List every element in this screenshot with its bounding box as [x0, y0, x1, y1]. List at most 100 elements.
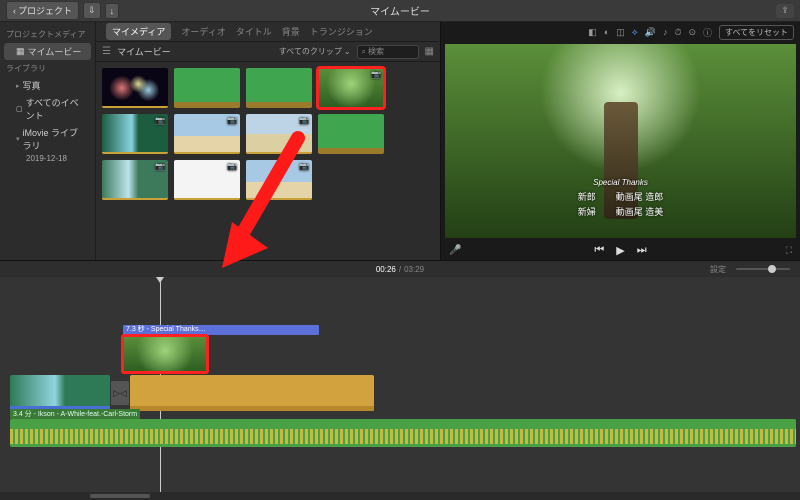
media-thumbnails: 📷 📷 📷 📷 📷 📷 📷 — [96, 62, 440, 206]
play-button[interactable]: ▶ — [616, 244, 624, 257]
chevron-left-icon: ‹ — [13, 6, 16, 16]
noise-icon[interactable]: ♪ — [663, 27, 668, 37]
media-thumb[interactable] — [174, 68, 240, 108]
back-projects-button[interactable]: ‹ プロジェクト — [6, 1, 79, 20]
transport-controls: 🎤 ⏮ ▶ ⏭ ⛶ — [441, 240, 800, 260]
media-thumb[interactable] — [246, 68, 312, 108]
sidebar-item-library[interactable]: ▾ iMovie ライブラリ — [4, 124, 91, 154]
sidebar-item-date[interactable]: 2019-12-18 — [4, 154, 91, 163]
volume-icon[interactable]: 🔊 — [645, 27, 656, 38]
tab-my-media[interactable]: マイメディア — [106, 23, 171, 40]
overlay-clip-bar[interactable]: 7.3 秒 - Special Thanks… — [123, 325, 319, 335]
mic-icon[interactable]: 🎤 — [449, 245, 461, 256]
overlay-clip-thumb[interactable] — [123, 336, 207, 372]
time-sep: / — [399, 265, 401, 274]
preview-pane: ◧ ◐ ◫ ⟡ 🔊 ♪ ⏱ ⊙ ⓘ すべてをリセット Special Thank… — [440, 22, 800, 260]
speed-icon[interactable]: ⏱ — [674, 27, 681, 38]
video-track: ▷◁ — [10, 375, 374, 411]
list-icon[interactable]: ☰ — [102, 46, 111, 57]
camera-icon: 📷 — [371, 70, 381, 79]
media-tabs: マイメディア オーディオ タイトル 背景 トランジション — [96, 22, 440, 42]
import-arrow-button[interactable]: ↓ — [105, 3, 120, 19]
camera-icon: 📷 — [227, 162, 237, 171]
disclosure-icon: ▸ — [16, 82, 20, 90]
preview-viewer[interactable]: Special Thanks 新郎 動画尾 造郎 新婦 動画尾 造美 — [445, 44, 796, 238]
tab-titles[interactable]: タイトル — [236, 25, 272, 38]
sidebar-photos-label: 写真 — [23, 79, 41, 92]
sidebar-item-all-events[interactable]: ▢ すべてのイベント — [4, 94, 91, 124]
chevron-down-icon: ⌄ — [344, 47, 351, 56]
transition-clip[interactable]: ▷◁ — [111, 381, 129, 405]
search-icon: ⌕ — [362, 47, 366, 57]
filter-icon[interactable]: ⊙ — [688, 27, 696, 38]
sidebar-header-project: プロジェクトメディア — [4, 26, 91, 43]
fullscreen-icon[interactable]: ⛶ — [786, 245, 792, 256]
tab-backgrounds[interactable]: 背景 — [282, 25, 300, 38]
search-placeholder: 検索 — [368, 46, 384, 57]
share-icon: ⇪ — [781, 5, 789, 16]
zoom-slider[interactable] — [736, 268, 790, 270]
download-icon: ⇩ — [88, 5, 96, 16]
import-button[interactable]: ⇩ — [83, 2, 101, 19]
media-thumb[interactable]: 📷 — [174, 114, 240, 154]
sidebar-project-label: マイムービー — [28, 45, 82, 58]
tab-transitions[interactable]: トランジション — [310, 25, 373, 38]
sidebar-date-label: 2019-12-18 — [26, 154, 67, 163]
info-icon[interactable]: ⓘ — [703, 26, 712, 39]
stabilize-icon[interactable]: ⟡ — [632, 27, 638, 38]
media-thumb[interactable]: 📷 — [246, 160, 312, 200]
search-input[interactable]: ⌕ 検索 — [357, 45, 419, 59]
timeline-settings-button[interactable]: 設定 — [710, 264, 726, 275]
disclosure-icon: ▾ — [16, 135, 20, 143]
overlay-title-clip[interactable]: 7.3 秒 - Special Thanks… — [123, 325, 319, 372]
media-breadcrumb-row: ☰ マイムービー すべてのクリップ ⌄ ⌕ 検索 ▦ — [96, 42, 440, 62]
clip-filter-dropdown[interactable]: すべてのクリップ ⌄ — [279, 46, 351, 57]
scrollbar-thumb[interactable] — [90, 494, 150, 498]
video-clip[interactable] — [130, 375, 374, 411]
share-button[interactable]: ⇪ — [776, 4, 794, 18]
window-title: マイムービー — [370, 3, 430, 18]
media-browser: マイメディア オーディオ タイトル 背景 トランジション ☰ マイムービー すべ… — [96, 22, 440, 260]
camera-icon: 📷 — [299, 116, 309, 125]
filter-label: すべてのクリップ — [279, 46, 342, 57]
camera-icon: 📷 — [299, 162, 309, 171]
next-button[interactable]: ⏭ — [637, 244, 647, 257]
video-clip[interactable] — [10, 375, 110, 411]
camera-icon: 📷 — [227, 116, 237, 125]
grid-icon[interactable]: ▦ — [425, 46, 434, 57]
title-overlay: Special Thanks 新郎 動画尾 造郎 新婦 動画尾 造美 — [578, 178, 664, 218]
media-thumb[interactable] — [102, 68, 168, 108]
media-thumb-selected[interactable]: 📷 — [318, 68, 384, 108]
back-label: プロジェクト — [18, 4, 72, 17]
current-time: 00:26 — [376, 265, 396, 274]
color-balance-icon[interactable]: ◧ — [588, 27, 597, 38]
color-correct-icon[interactable]: ◐ — [604, 27, 609, 37]
timeline[interactable]: 7.3 秒 - Special Thanks… ▷◁ 3.4 分 - Ikson… — [0, 277, 800, 492]
film-icon: ▦ — [16, 46, 25, 57]
sidebar-item-project[interactable]: ▦ マイムービー — [4, 43, 91, 60]
media-thumb[interactable]: 📷 — [102, 114, 168, 154]
audio-clip-label: 3.4 分 - Ikson - A-While-feat.-Carl-Storm — [10, 409, 140, 419]
overlay-subtitle: Special Thanks — [578, 178, 664, 187]
reset-all-button[interactable]: すべてをリセット — [719, 25, 794, 40]
arrow-down-icon: ↓ — [110, 6, 115, 16]
crop-icon[interactable]: ◫ — [616, 27, 625, 38]
media-thumb[interactable]: 📷 — [246, 114, 312, 154]
tab-audio[interactable]: オーディオ — [181, 25, 225, 38]
top-toolbar: ‹ プロジェクト ⇩ ↓ マイムービー ⇪ — [0, 0, 800, 22]
credit-name: 動画尾 造郎 — [616, 190, 664, 203]
sidebar-events-label: すべてのイベント — [26, 96, 87, 122]
media-thumb[interactable]: 📷 — [174, 160, 240, 200]
media-thumb[interactable]: 📷 — [102, 160, 168, 200]
horizontal-scrollbar[interactable] — [0, 492, 800, 500]
sidebar-library-label: iMovie ライブラリ — [23, 126, 87, 152]
credit-name: 動画尾 造美 — [616, 205, 664, 218]
prev-button[interactable]: ⏮ — [594, 244, 604, 257]
audio-track[interactable]: 3.4 分 - Ikson - A-While-feat.-Carl-Storm — [10, 419, 796, 447]
sidebar: プロジェクトメディア ▦ マイムービー ライブラリ ▸ 写真 ▢ すべてのイベン… — [0, 22, 96, 260]
media-thumb[interactable] — [318, 114, 384, 154]
camera-icon: 📷 — [155, 162, 165, 171]
sidebar-item-photos[interactable]: ▸ 写真 — [4, 77, 91, 94]
audio-waveform — [10, 429, 796, 444]
credit-role: 新婦 — [578, 205, 596, 218]
